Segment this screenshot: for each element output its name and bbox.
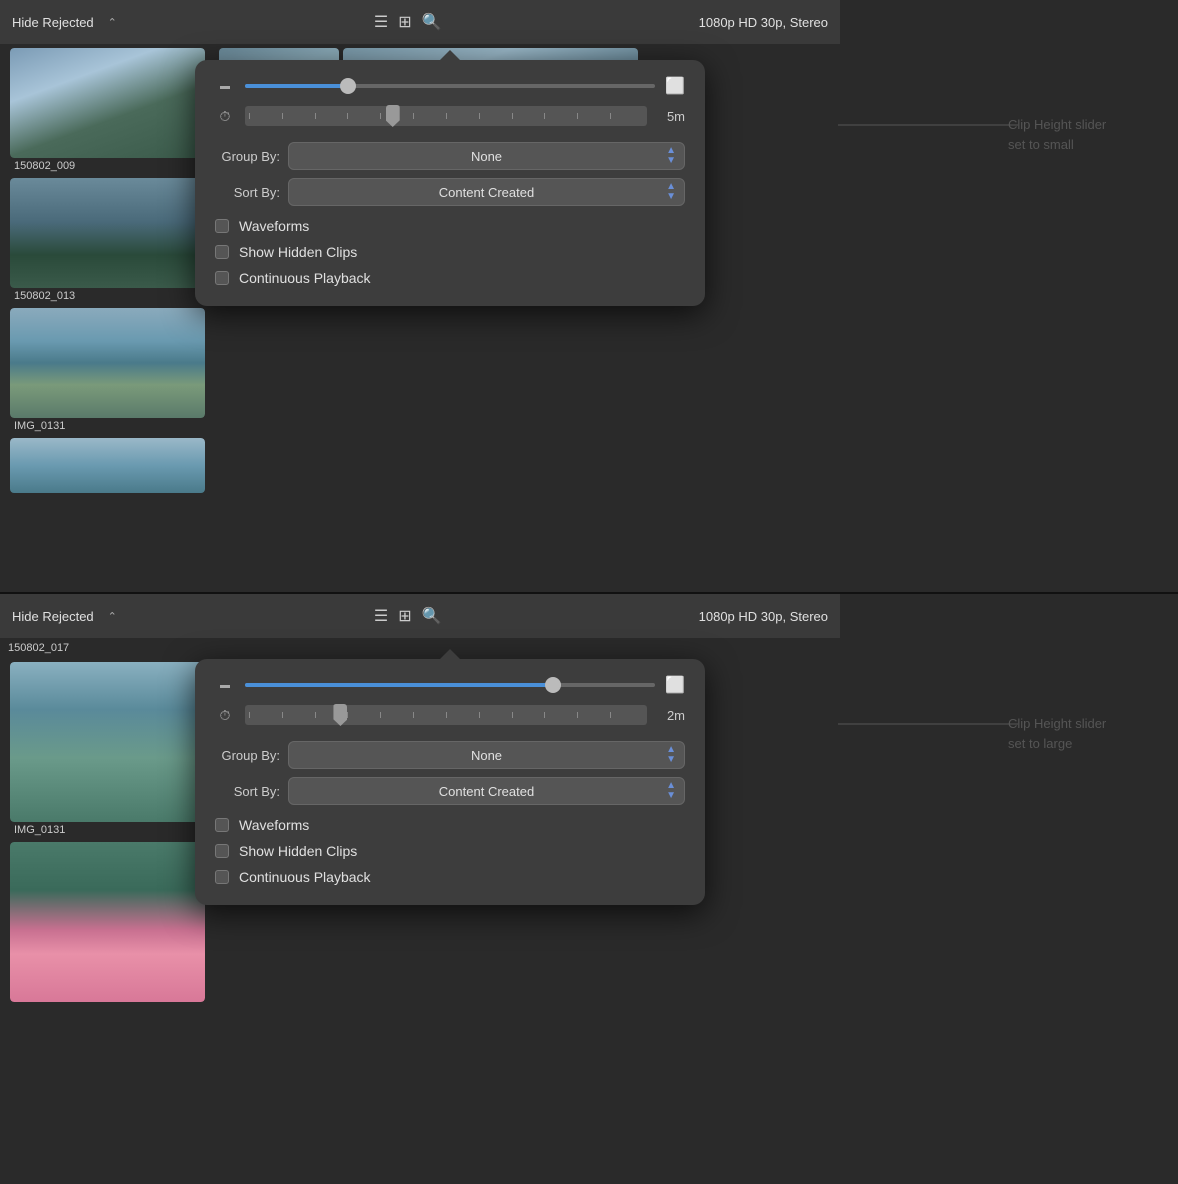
group-by-value-bottom: None — [471, 748, 502, 763]
duration-row-bottom: ⏱ 2m — [215, 705, 685, 725]
clip-large-icon-bottom: ⬜ — [665, 675, 685, 695]
sort-by-value-bottom: Content Created — [439, 784, 534, 799]
show-hidden-checkbox-top[interactable] — [215, 245, 229, 259]
annotation-text-bottom: Clip Height slider set to large — [1008, 714, 1158, 753]
checkbox-section-bottom: Waveforms Show Hidden Clips Continuous P… — [215, 817, 685, 885]
filmstrip-left-top: 150802_009 150802_013 IMG_0131 — [0, 44, 215, 592]
settings-popup-bottom: ▬ ⬜ ⏱ 2m Group By: — [195, 659, 705, 905]
group-by-select-bottom[interactable]: None ▲▼ — [288, 741, 685, 769]
clip-height-slider-bottom[interactable] — [245, 683, 655, 687]
toolbar-top: Hide Rejected ⌃ ☰ ⊞ 🔍 1080p HD 30p, Ster… — [0, 0, 840, 44]
sort-by-label-top: Sort By: — [215, 185, 280, 200]
filmstrip-left-bottom: IMG_0131 — [0, 658, 215, 1184]
group-by-value-top: None — [471, 149, 502, 164]
filmstrip-icon-2[interactable]: ⊞ — [398, 606, 411, 626]
show-hidden-checkbox-bottom[interactable] — [215, 844, 229, 858]
group-by-label-top: Group By: — [215, 149, 280, 164]
duration-slider-bottom[interactable] — [245, 705, 647, 725]
settings-popup-top: ▬ ⬜ ⏱ 5m Group By: — [195, 60, 705, 306]
waveforms-row-top[interactable]: Waveforms — [215, 218, 685, 234]
sort-by-arrows-top: ▲▼ — [666, 182, 676, 202]
stopwatch-icon-bottom: ⏱ — [215, 707, 235, 724]
top-half: Hide Rejected ⌃ ☰ ⊞ 🔍 1080p HD 30p, Ster… — [0, 0, 1178, 592]
hide-rejected-label: Hide Rejected — [12, 15, 94, 30]
clip-height-slider[interactable] — [245, 84, 655, 88]
group-by-row-top: Group By: None ▲▼ — [215, 142, 685, 170]
waveforms-row-bottom[interactable]: Waveforms — [215, 817, 685, 833]
resolution-label-top: 1080p HD 30p, Stereo — [699, 15, 828, 30]
hide-rejected-label-2: Hide Rejected — [12, 609, 94, 624]
continuous-playback-checkbox-top[interactable] — [215, 271, 229, 285]
duration-value-top: 5m — [657, 109, 685, 124]
checkbox-section-top: Waveforms Show Hidden Clips Continuous P… — [215, 218, 685, 286]
clip-height-row-bottom: ▬ ⬜ — [215, 675, 685, 695]
waveforms-checkbox-top[interactable] — [215, 219, 229, 233]
clip-thumbnail-bottom-1 — [10, 662, 205, 822]
clip-thumbnail-3 — [10, 308, 205, 418]
group-by-label-bottom: Group By: — [215, 748, 280, 763]
sort-by-arrows-bottom: ▲▼ — [666, 781, 676, 801]
list-view-icon-2[interactable]: ☰ — [374, 606, 388, 626]
stopwatch-icon-top: ⏱ — [215, 108, 235, 125]
group-by-arrows-top: ▲▼ — [666, 146, 676, 166]
clip-label-1: 150802_009 — [10, 158, 205, 174]
search-icon-top[interactable]: 🔍 — [422, 12, 442, 32]
group-by-select-top[interactable]: None ▲▼ — [288, 142, 685, 170]
continuous-playback-row-top[interactable]: Continuous Playback — [215, 270, 685, 286]
clip-thumbnail-1 — [10, 48, 205, 158]
clip-label-bottom-1: IMG_0131 — [10, 822, 205, 838]
bottom-clip-first-label: 150802_017 — [0, 638, 77, 658]
sort-by-row-bottom: Sort By: Content Created ▲▼ — [215, 777, 685, 805]
clip-label-3: IMG_0131 — [10, 418, 205, 434]
list-item[interactable]: IMG_0131 — [10, 662, 205, 838]
show-hidden-label-bottom: Show Hidden Clips — [239, 843, 357, 859]
waveforms-label-bottom: Waveforms — [239, 817, 309, 833]
sort-by-row-top: Sort By: Content Created ▲▼ — [215, 178, 685, 206]
filmstrip-icon[interactable]: ⊞ — [398, 12, 411, 32]
clip-label-2: 150802_013 — [10, 288, 205, 304]
sort-by-value-top: Content Created — [439, 185, 534, 200]
list-item[interactable]: 150802_009 — [10, 48, 205, 174]
clip-height-row: ▬ ⬜ — [215, 76, 685, 96]
sort-chevron-bottom: ⌃ — [108, 610, 117, 623]
group-by-arrows-bottom: ▲▼ — [666, 745, 676, 765]
clip-small-icon: ▬ — [215, 81, 235, 92]
show-hidden-row-bottom[interactable]: Show Hidden Clips — [215, 843, 685, 859]
clip-thumbnail-2 — [10, 178, 205, 288]
sort-by-label-bottom: Sort By: — [215, 784, 280, 799]
list-item[interactable] — [10, 438, 205, 493]
sort-by-select-top[interactable]: Content Created ▲▼ — [288, 178, 685, 206]
bottom-half: Hide Rejected ⌃ ☰ ⊞ 🔍 1080p HD 30p, Ster… — [0, 592, 1178, 1184]
waveforms-label-top: Waveforms — [239, 218, 309, 234]
sort-chevron-top: ⌃ — [108, 16, 117, 29]
continuous-playback-label-top: Continuous Playback — [239, 270, 371, 286]
group-by-row-bottom: Group By: None ▲▼ — [215, 741, 685, 769]
continuous-playback-checkbox-bottom[interactable] — [215, 870, 229, 884]
clip-large-icon: ⬜ — [665, 76, 685, 96]
continuous-playback-row-bottom[interactable]: Continuous Playback — [215, 869, 685, 885]
clip-thumbnail-bottom-2 — [10, 842, 205, 1002]
annotation-bottom: Clip Height slider set to large — [1008, 714, 1158, 753]
list-item[interactable]: 150802_013 — [10, 178, 205, 304]
annotation-top: Clip Height slider set to small — [1008, 115, 1158, 154]
list-item[interactable]: IMG_0131 — [10, 308, 205, 434]
clip-thumbnail-4 — [10, 438, 205, 493]
continuous-playback-label-bottom: Continuous Playback — [239, 869, 371, 885]
duration-value-bottom: 2m — [657, 708, 685, 723]
resolution-label-bottom: 1080p HD 30p, Stereo — [699, 609, 828, 624]
list-view-icon[interactable]: ☰ — [374, 12, 388, 32]
duration-slider-top[interactable] — [245, 106, 647, 126]
search-icon-bottom[interactable]: 🔍 — [422, 606, 442, 626]
show-hidden-row-top[interactable]: Show Hidden Clips — [215, 244, 685, 260]
sort-by-select-bottom[interactable]: Content Created ▲▼ — [288, 777, 685, 805]
duration-row-top: ⏱ 5m — [215, 106, 685, 126]
show-hidden-label-top: Show Hidden Clips — [239, 244, 357, 260]
waveforms-checkbox-bottom[interactable] — [215, 818, 229, 832]
toolbar-bottom: Hide Rejected ⌃ ☰ ⊞ 🔍 1080p HD 30p, Ster… — [0, 594, 840, 638]
annotation-text-top: Clip Height slider set to small — [1008, 115, 1158, 154]
list-item[interactable] — [10, 842, 205, 1002]
clip-small-icon-bottom: ▬ — [215, 680, 235, 691]
